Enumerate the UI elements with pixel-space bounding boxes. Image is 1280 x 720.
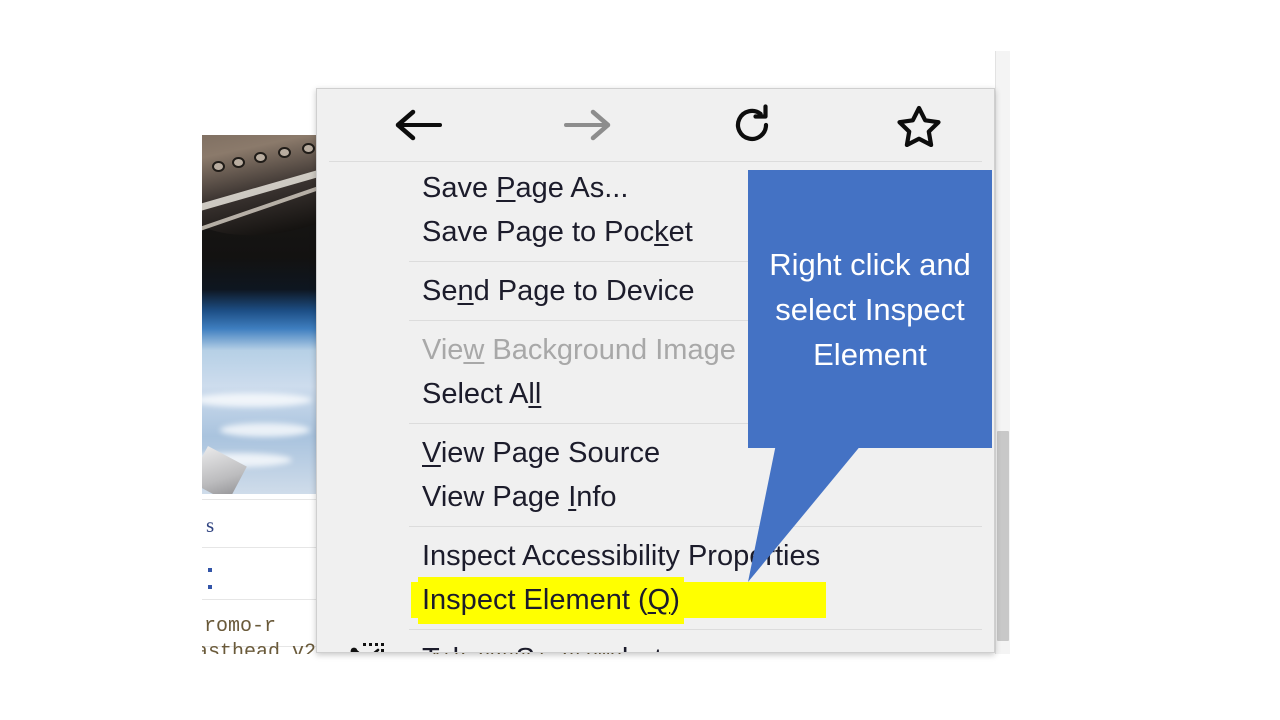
iss-earth-photo <box>202 135 324 494</box>
star-icon <box>896 103 942 147</box>
menu-item-label: View Page Source <box>422 437 660 470</box>
menu-item-view-page-info[interactable]: View Page Info <box>317 475 994 519</box>
menu-item-inspect-accessibility-properties[interactable]: Inspect Accessibility Properties <box>317 534 994 578</box>
back-arrow-icon <box>393 105 445 145</box>
iss-bolt <box>232 157 245 168</box>
bookmark-button[interactable] <box>891 99 947 151</box>
forward-arrow-icon <box>561 105 613 145</box>
page-scrollbar-track[interactable] <box>995 51 1010 654</box>
menu-item-inspect-element[interactable]: Inspect Element (Q) <box>317 578 994 622</box>
menu-separator <box>409 526 982 527</box>
iss-bolt <box>212 161 225 172</box>
reload-icon <box>731 104 775 146</box>
page-bullet <box>208 568 212 572</box>
page-text-fragment: s <box>206 513 314 538</box>
page-text-fragment: asthead_v2 <box>202 641 320 654</box>
menu-item-label: Save Page to Pocket <box>422 216 693 249</box>
menu-item-take-a-screenshot[interactable]: Take a Screenshot <box>317 637 994 653</box>
menu-item-label: Select All <box>422 378 541 411</box>
callout-text: Right click and select Inspect Element <box>762 242 978 377</box>
menu-separator <box>409 629 982 630</box>
menu-item-label: Inspect Element (Q) <box>422 581 680 620</box>
menu-item-label: Take a Screenshot <box>422 643 662 654</box>
page-scrollbar-thumb[interactable] <box>997 431 1009 641</box>
menu-item-label: View Page Info <box>422 481 617 514</box>
page-bullet <box>208 585 212 589</box>
iss-bolt <box>254 152 267 163</box>
menu-item-label: View Background Image <box>422 334 736 367</box>
menu-item-label: Save Page As... <box>422 172 628 205</box>
cloud <box>220 423 310 437</box>
menu-item-label: Inspect Accessibility Properties <box>422 540 820 573</box>
back-button[interactable] <box>391 99 447 151</box>
menu-item-label: Send Page to Device <box>422 275 694 308</box>
instruction-callout: Right click and select Inspect Element <box>748 170 992 448</box>
cloud <box>202 393 312 407</box>
forward-button[interactable] <box>559 99 615 151</box>
iss-bolt <box>302 143 315 154</box>
iss-bolt <box>278 147 291 158</box>
reload-button[interactable] <box>725 99 781 151</box>
page-text-fragment: romo-r <box>204 615 316 638</box>
context-menu-toolbar <box>329 89 982 162</box>
scissors-icon <box>347 642 387 653</box>
